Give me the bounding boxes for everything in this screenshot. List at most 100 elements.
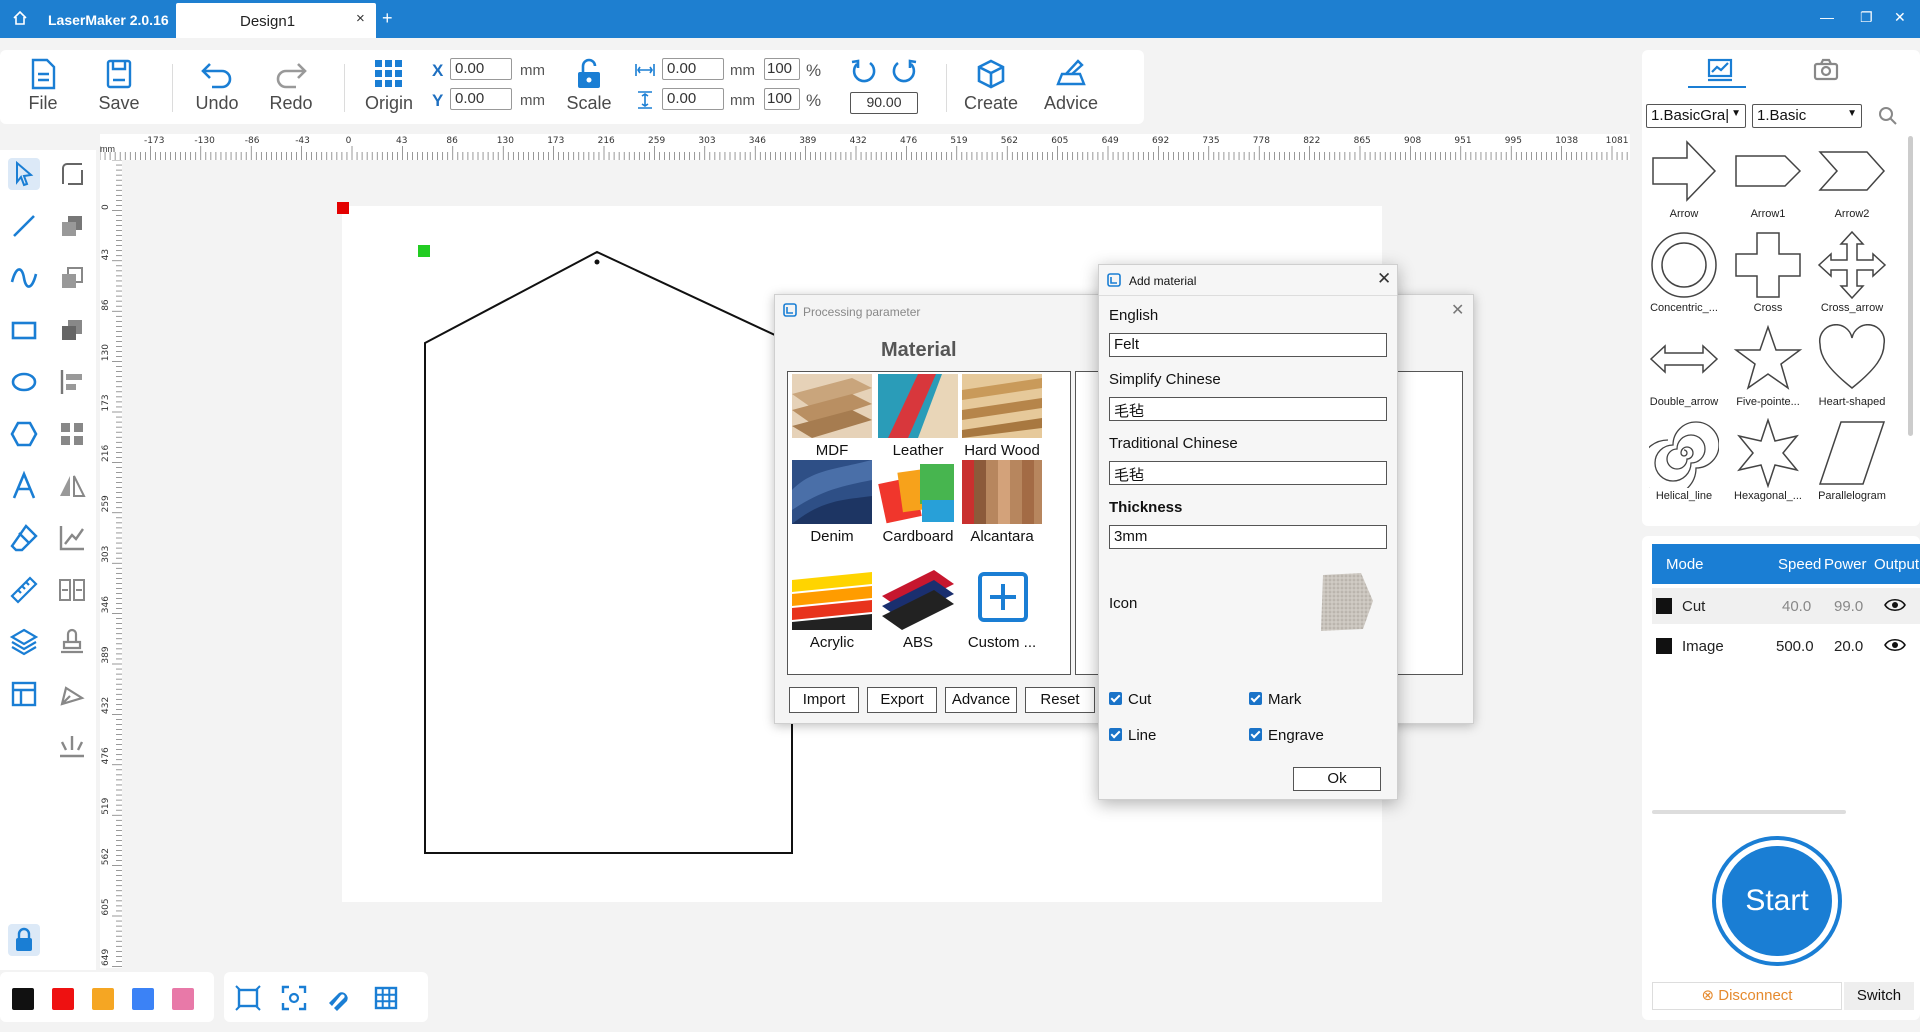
line-checkbox[interactable]: Line <box>1109 727 1156 744</box>
add-tab-icon[interactable]: + <box>382 8 393 29</box>
shape-list-scrollbar[interactable] <box>1908 136 1913 436</box>
laser-effect-tool[interactable] <box>56 730 88 762</box>
shape-library-tab-icon[interactable] <box>1706 58 1734 82</box>
swatch-pink[interactable] <box>172 988 194 1010</box>
close-window-icon[interactable]: ✕ <box>1894 9 1906 26</box>
polygon-tool[interactable] <box>8 418 40 450</box>
close-icon[interactable]: ✕ <box>1451 300 1464 320</box>
eye-icon[interactable] <box>1884 637 1906 653</box>
shape-concentric[interactable]: Concentric_... <box>1642 230 1726 314</box>
file-button[interactable]: File <box>8 58 78 114</box>
stamp-tool[interactable] <box>56 626 88 658</box>
shape-category-select[interactable]: 1.BasicGra| ▼ <box>1646 104 1746 128</box>
lock-toggle[interactable] <box>8 924 40 956</box>
search-icon[interactable] <box>1878 106 1898 126</box>
ok-button[interactable]: Ok <box>1293 767 1381 791</box>
shape-cross-arrow[interactable]: Cross_arrow <box>1810 230 1894 314</box>
material-cardboard[interactable]: Cardboard <box>876 460 960 545</box>
disconnect-button[interactable]: ⊗ Disconnect <box>1652 982 1842 1010</box>
shape-heart[interactable]: Heart-shaped <box>1810 324 1894 408</box>
rotation-angle-input[interactable]: 90.00 <box>850 92 918 114</box>
export-button[interactable]: Export <box>867 687 937 713</box>
engrave-checkbox[interactable]: Engrave <box>1249 727 1324 744</box>
swatch-orange[interactable] <box>92 988 114 1010</box>
width-input[interactable]: 0.00 <box>662 58 724 80</box>
align-tool[interactable] <box>56 366 88 398</box>
shape-helical-line[interactable]: Helical_line <box>1642 418 1726 502</box>
english-name-input[interactable]: Felt <box>1109 333 1387 357</box>
redo-button[interactable]: Redo <box>256 58 326 114</box>
measure-tool[interactable] <box>8 574 40 606</box>
minimize-icon[interactable]: — <box>1820 9 1834 25</box>
width-percent-input[interactable]: 100 <box>764 58 800 80</box>
rectangle-tool[interactable] <box>8 314 40 346</box>
line-tool[interactable] <box>8 210 40 242</box>
height-percent-input[interactable]: 100 <box>764 88 800 110</box>
copy-tool[interactable] <box>56 262 88 294</box>
distribute-tool[interactable] <box>56 574 88 606</box>
save-button[interactable]: Save <box>84 58 154 114</box>
mirror-tool[interactable] <box>56 470 88 502</box>
swatch-black[interactable] <box>12 988 34 1010</box>
text-tool[interactable] <box>8 470 40 502</box>
scale-lock-button[interactable]: Scale <box>554 58 624 114</box>
subtract-tool[interactable] <box>56 314 88 346</box>
select-tool[interactable] <box>8 158 40 190</box>
undo-button[interactable]: Undo <box>182 58 252 114</box>
material-leather[interactable]: Leather <box>876 374 960 459</box>
material-acrylic[interactable]: Acrylic <box>790 566 874 651</box>
shape-arrow2[interactable]: Arrow2 <box>1810 136 1894 220</box>
restore-icon[interactable]: ❐ <box>1860 9 1873 26</box>
rotate-ccw-icon[interactable] <box>850 58 878 86</box>
simplified-chinese-input[interactable]: 毛毡 <box>1109 397 1387 421</box>
close-icon[interactable]: ✕ <box>1377 269 1391 289</box>
material-mdf[interactable]: MDF <box>790 374 874 459</box>
fit-page-icon[interactable] <box>234 984 262 1012</box>
graph-tool[interactable] <box>56 522 88 554</box>
eraser-tool[interactable] <box>8 522 40 554</box>
camera-tab-icon[interactable] <box>1812 58 1840 82</box>
layer-row-image[interactable]: Image 500.0 20.0 <box>1652 628 1920 664</box>
start-marker[interactable] <box>418 245 430 257</box>
layer-speed[interactable]: 500.0 <box>1776 638 1814 655</box>
close-tab-icon[interactable]: × <box>356 10 365 27</box>
advance-button[interactable]: Advance <box>945 687 1017 713</box>
switch-button[interactable]: Switch <box>1844 982 1914 1010</box>
layers-tool[interactable] <box>8 626 40 658</box>
shape-arrow[interactable]: Arrow <box>1642 136 1726 220</box>
mark-checkbox[interactable]: Mark <box>1249 691 1301 708</box>
node-edit-tool[interactable] <box>56 158 88 190</box>
material-hard-wood[interactable]: Hard Wood <box>960 374 1044 459</box>
eye-icon[interactable] <box>1884 597 1906 613</box>
shape-double-arrow[interactable]: Double_arrow <box>1642 324 1726 408</box>
material-alcantara[interactable]: Alcantara <box>960 460 1044 545</box>
grid-icon[interactable] <box>372 984 400 1012</box>
start-button[interactable]: Start <box>1712 836 1842 966</box>
felt-icon-preview[interactable] <box>1317 571 1377 633</box>
magnet-icon[interactable] <box>326 984 354 1012</box>
swatch-red[interactable] <box>52 988 74 1010</box>
layer-color-swatch[interactable] <box>1656 598 1672 614</box>
home-icon[interactable] <box>12 10 28 26</box>
layer-row-cut[interactable]: Cut 40.0 99.0 <box>1652 588 1920 624</box>
x-position-input[interactable]: 0.00 <box>450 58 512 80</box>
material-abs[interactable]: ABS <box>876 566 960 651</box>
rotate-cw-icon[interactable] <box>890 58 918 86</box>
layer-color-swatch[interactable] <box>1656 638 1672 654</box>
traditional-chinese-input[interactable]: 毛毡 <box>1109 461 1387 485</box>
shape-parallelogram[interactable]: Parallelogram <box>1810 418 1894 502</box>
group-tool[interactable] <box>56 210 88 242</box>
curve-tool[interactable] <box>8 262 40 294</box>
import-button[interactable]: Import <box>789 687 859 713</box>
material-custom[interactable]: Custom ... <box>960 566 1044 651</box>
height-input[interactable]: 0.00 <box>662 88 724 110</box>
pen-tool[interactable] <box>56 678 88 710</box>
thickness-input[interactable]: 3mm <box>1109 525 1387 549</box>
shape-arrow1[interactable]: Arrow1 <box>1726 136 1810 220</box>
shape-subcategory-select[interactable]: 1.Basic ▼ <box>1752 104 1862 128</box>
shape-hexagonal-star[interactable]: Hexagonal_... <box>1726 418 1810 502</box>
swatch-blue[interactable] <box>132 988 154 1010</box>
fit-selection-icon[interactable] <box>280 984 308 1012</box>
shape-cross[interactable]: Cross <box>1726 230 1810 314</box>
reset-button[interactable]: Reset <box>1025 687 1095 713</box>
